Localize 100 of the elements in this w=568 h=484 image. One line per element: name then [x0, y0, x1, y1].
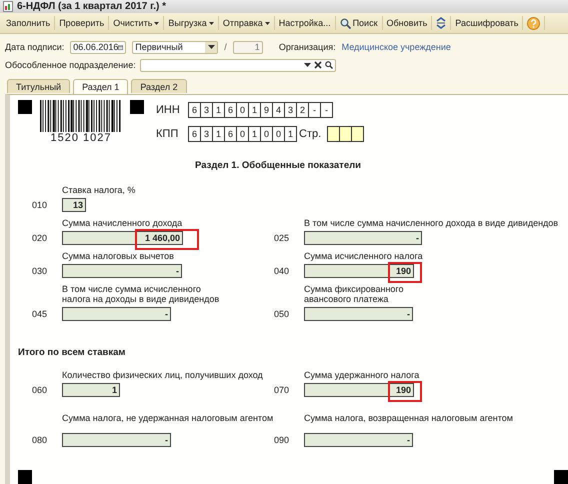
digit-cell: 3 [201, 102, 213, 118]
line-code: 025 [273, 233, 290, 243]
amount-field[interactable]: 1 460,00 [62, 231, 183, 245]
tab[interactable]: Раздел 2 [131, 79, 187, 93]
caret-icon [264, 22, 270, 24]
highlight-frame [388, 262, 422, 283]
page-cell[interactable] [352, 126, 364, 142]
help-icon [527, 16, 540, 30]
corner-mark [18, 470, 32, 484]
division-label: Обособленное подразделение: [5, 60, 136, 70]
amount-field[interactable]: 1 [62, 383, 120, 397]
date-field[interactable]: 06.06.2016 [70, 40, 126, 54]
toolbar-button[interactable]: Расшифровать [451, 16, 524, 30]
digit-cell: 6 [189, 126, 201, 142]
digit-cell: 9 [261, 102, 273, 118]
digit-cell: 3 [285, 102, 297, 118]
field-caption: Сумма фиксированного авансового платежа [304, 284, 405, 304]
organization-link[interactable]: Медицинское учреждение [342, 42, 451, 52]
amount-field[interactable]: - [62, 264, 182, 278]
amount-field[interactable]: 190 [304, 383, 414, 397]
date-label: Дата подписи: [5, 42, 64, 52]
line-code: 070 [273, 385, 290, 395]
digit-cell: 6 [225, 126, 237, 142]
digit-cell: 1 [249, 102, 261, 118]
highlight-frame [388, 381, 422, 402]
line-code: 080 [31, 435, 48, 445]
line-code: 090 [273, 435, 290, 445]
field-caption: В том числе сумма исчисленного налога на доходы в виде дивидендов [62, 284, 220, 304]
digit-cell: 6 [225, 102, 237, 118]
totals-heading: Итого по всем ставкам [18, 347, 126, 358]
digit-cell: 0 [273, 126, 285, 142]
organization-label: Организация: [278, 42, 336, 52]
toolbar-button[interactable]: Обновить [382, 16, 432, 30]
tab[interactable]: Раздел 1 [73, 79, 128, 94]
highlight-frame [135, 229, 199, 250]
field-caption: Сумма исчисленного налога [304, 251, 424, 261]
digit-cell: 6 [189, 102, 201, 118]
caret-icon [154, 22, 160, 24]
field-caption: В том числе сумма начисленного дохода в виде дивидендов [304, 218, 560, 228]
field-caption: Сумма начисленного дохода [62, 218, 184, 228]
digit-cell: 1 [213, 126, 225, 142]
caret-icon [304, 63, 311, 67]
window-title: 6-НДФЛ (за 1 квартал 2017 г.) * [17, 1, 166, 12]
digit-cell: 1 [213, 102, 225, 118]
field-caption: Сумма удержанного налога [304, 370, 420, 380]
amount-field[interactable]: 190 [304, 264, 414, 278]
toolbar-menu-button[interactable]: Отправка [218, 16, 275, 30]
correction-number-field[interactable]: 1 [232, 40, 263, 54]
corner-mark [130, 100, 144, 114]
clear-icon [314, 61, 322, 69]
amount-field[interactable]: - [304, 231, 422, 245]
line-code: 050 [273, 309, 290, 319]
division-field[interactable] [140, 58, 336, 72]
expand-icon [436, 17, 446, 29]
barcode: 1520 1027 [40, 100, 122, 144]
page-cell[interactable] [340, 126, 352, 142]
inn-label: ИНН [156, 104, 181, 116]
field-caption: Сумма налога, возвращенная налоговым агентом [304, 413, 513, 423]
digit-cell: 1 [249, 126, 261, 142]
amount-field[interactable]: - [62, 307, 171, 321]
toolbar-button[interactable]: Проверить [55, 16, 110, 30]
toolbar-button[interactable]: Заполнить [2, 16, 56, 30]
digit-cell: 2 [297, 102, 309, 118]
separator: / [224, 42, 227, 52]
amount-field[interactable]: - [304, 307, 413, 321]
calendar-icon [118, 42, 124, 52]
search-icon [340, 18, 351, 28]
kpp-label: КПП [156, 128, 180, 140]
search-icon [324, 61, 333, 69]
digit-cell: 3 [201, 126, 213, 142]
search-button[interactable]: Поиск [336, 16, 383, 30]
line-code: 030 [31, 266, 48, 276]
document-icon [3, 1, 13, 12]
section-heading: Раздел 1. Обобщенные показатели [194, 160, 361, 171]
caret-icon [208, 45, 215, 49]
caret-icon [208, 22, 214, 24]
toolbar-button[interactable]: Настройка... [274, 16, 336, 30]
corner-mark [18, 100, 32, 114]
field-caption: Количество физических лиц, получивших доход [62, 370, 263, 380]
line-code: 060 [31, 385, 48, 395]
amount-field[interactable]: - [304, 433, 413, 447]
rate-field[interactable]: 13 [62, 198, 86, 212]
type-dropdown[interactable]: Первичный [132, 40, 218, 54]
field-caption: Сумма налоговых вычетов [62, 251, 175, 261]
digit-cell: 0 [261, 126, 273, 142]
digit-cell: 1 [285, 126, 297, 142]
page-cell[interactable] [328, 126, 340, 142]
page-label: Стр. [299, 128, 322, 140]
line-code: 040 [273, 266, 290, 276]
toolbar-menu-button[interactable]: Выгрузка [164, 16, 219, 30]
digit-cell: 0 [237, 102, 249, 118]
line-code: 010 [31, 200, 48, 210]
line-code: 020 [31, 233, 48, 243]
digit-cell: - [321, 102, 333, 118]
digit-cell: - [309, 102, 321, 118]
tab[interactable]: Титульный [7, 79, 70, 93]
line-code: 045 [31, 309, 48, 319]
toolbar-menu-button[interactable]: Очистить [109, 16, 164, 30]
corner-mark [554, 470, 568, 484]
amount-field[interactable]: - [62, 433, 171, 447]
